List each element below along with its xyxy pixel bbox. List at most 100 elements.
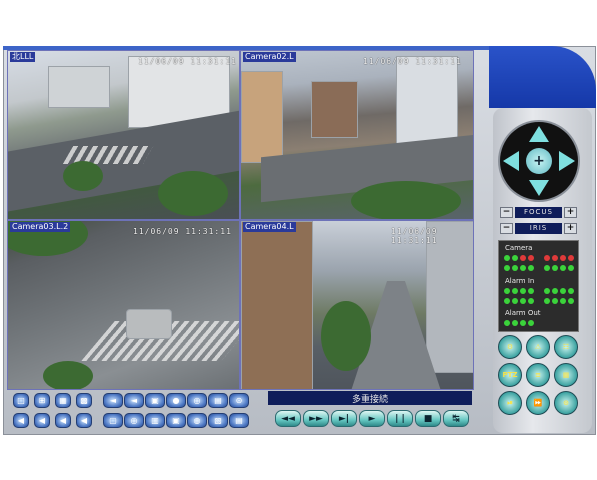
playback-button-6[interactable]: ■: [415, 410, 441, 427]
toolbar-button-r1-3[interactable]: ▦: [55, 393, 71, 408]
toolbar-button-r2-10[interactable]: ▧: [208, 413, 228, 428]
status-led: [536, 298, 542, 304]
iris-label: IRIS: [515, 222, 562, 234]
camera-led-row: [504, 265, 574, 271]
car: [126, 309, 172, 339]
camera-view-4[interactable]: Camera04.L 11/06/09 11:31:11: [240, 220, 474, 390]
status-led: [544, 298, 550, 304]
iris-control: − IRIS +: [500, 222, 577, 234]
function-button-7[interactable]: ⏯: [498, 391, 522, 415]
status-led: [528, 255, 534, 261]
camera-timestamp: 11/06/09 11:31:11: [391, 227, 438, 245]
function-button-4[interactable]: PTZ: [498, 363, 522, 387]
brand-header: [489, 46, 596, 108]
toolbar-button-r2-3[interactable]: ◀: [55, 413, 71, 428]
function-button-8[interactable]: ⏩: [526, 391, 550, 415]
toolbar-button-r1-9[interactable]: ◎: [187, 393, 207, 408]
camera-timestamp: 11/06/09 11:31:11: [363, 57, 462, 66]
toolbar-button-r2-5[interactable]: ▢: [103, 413, 123, 428]
iris-plus-button[interactable]: +: [564, 222, 577, 234]
connection-status: 多重接続: [268, 391, 472, 405]
building: [48, 66, 110, 108]
status-led: [512, 320, 518, 326]
status-led: [552, 288, 558, 294]
status-led: [560, 288, 566, 294]
function-button-3[interactable]: ☷: [554, 335, 578, 359]
focus-minus-button[interactable]: −: [500, 206, 513, 218]
playback-button-2[interactable]: ►►: [303, 410, 329, 427]
status-led: [552, 255, 558, 261]
playback-button-3[interactable]: ►|: [331, 410, 357, 427]
status-led: [560, 265, 566, 271]
camera-status-label: Camera: [505, 244, 533, 252]
status-led: [552, 298, 558, 304]
status-led: [568, 265, 574, 271]
toolbar-button-r2-6[interactable]: ◎: [124, 413, 144, 428]
status-led: [536, 265, 542, 271]
playback-button-7[interactable]: ↹: [443, 410, 469, 427]
building: [241, 221, 313, 389]
toolbar-button-r1-6[interactable]: ◄: [124, 393, 144, 408]
tree: [321, 301, 371, 371]
iris-minus-button[interactable]: −: [500, 222, 513, 234]
focus-control: − FOCUS +: [500, 206, 577, 218]
camera-view-1[interactable]: 北LLL 11/06/09 11:31:11: [7, 50, 240, 220]
playback-button-1[interactable]: ◄◄: [275, 410, 301, 427]
camera-view-2[interactable]: Camera02.L 11/06/09 11:31:11: [240, 50, 474, 220]
camera-timestamp: 11/06/09 11:31:11: [138, 57, 237, 66]
tree: [351, 181, 461, 219]
status-led: [504, 298, 510, 304]
alarm-in-led-row: [504, 298, 574, 304]
function-button-2[interactable]: ⚠: [526, 335, 550, 359]
camera-led-row: [504, 255, 574, 261]
focus-label: FOCUS: [515, 206, 562, 218]
ptz-left-icon[interactable]: [503, 151, 519, 171]
toolbar-button-r2-2[interactable]: ◀: [34, 413, 50, 428]
ptz-right-icon[interactable]: [559, 151, 575, 171]
toolbar-button-r1-7[interactable]: ▣: [145, 393, 165, 408]
playback-button-4[interactable]: ►: [359, 410, 385, 427]
camera-label: Camera02.L: [243, 52, 296, 62]
ptz-up-icon[interactable]: [529, 126, 549, 142]
toolbar-button-r2-7[interactable]: ▥: [145, 413, 165, 428]
toolbar-button-r1-2[interactable]: ⊞: [34, 393, 50, 408]
status-led: [528, 320, 534, 326]
toolbar-button-r1-8[interactable]: ●: [166, 393, 186, 408]
toolbar-button-r2-11[interactable]: ▤: [229, 413, 249, 428]
status-led: [504, 288, 510, 294]
toolbar-button-r2-4[interactable]: ◀: [76, 413, 92, 428]
status-led: [528, 265, 534, 271]
status-led: [512, 265, 518, 271]
camera-view-3[interactable]: Camera03.L.2 11/06/09 11:31:11: [7, 220, 240, 390]
status-led: [568, 255, 574, 261]
toolbar-button-r1-11[interactable]: ⊙: [229, 393, 249, 408]
toolbar-button-r1-5[interactable]: ◄: [103, 393, 123, 408]
focus-plus-button[interactable]: +: [564, 206, 577, 218]
status-led: [504, 320, 510, 326]
function-button-1[interactable]: ⚙: [498, 335, 522, 359]
status-led: [520, 320, 526, 326]
playback-button-5[interactable]: | |: [387, 410, 413, 427]
toolbar-button-r1-4[interactable]: ▩: [76, 393, 92, 408]
status-led: [560, 255, 566, 261]
status-led: [512, 298, 518, 304]
status-led: [520, 298, 526, 304]
function-button-6[interactable]: ▦: [554, 363, 578, 387]
status-led: [568, 298, 574, 304]
toolbar-button-r2-8[interactable]: ▣: [166, 413, 186, 428]
ptz-center-button[interactable]: +: [526, 148, 552, 174]
function-button-9[interactable]: ⊙: [554, 391, 578, 415]
toolbar-button-r1-1[interactable]: □: [13, 393, 29, 408]
toolbar-button-r2-1[interactable]: ◀: [13, 413, 29, 428]
camera-label: Camera03.L.2: [10, 222, 71, 232]
status-led: [528, 288, 534, 294]
toolbar-button-r2-9[interactable]: ◍: [187, 413, 207, 428]
function-button-5[interactable]: ≡: [526, 363, 550, 387]
ptz-down-icon[interactable]: [529, 180, 549, 196]
tree: [43, 361, 93, 389]
status-led: [536, 288, 542, 294]
status-led: [552, 265, 558, 271]
status-led: [560, 298, 566, 304]
status-led: [520, 255, 526, 261]
toolbar-button-r1-10[interactable]: ▤: [208, 393, 228, 408]
